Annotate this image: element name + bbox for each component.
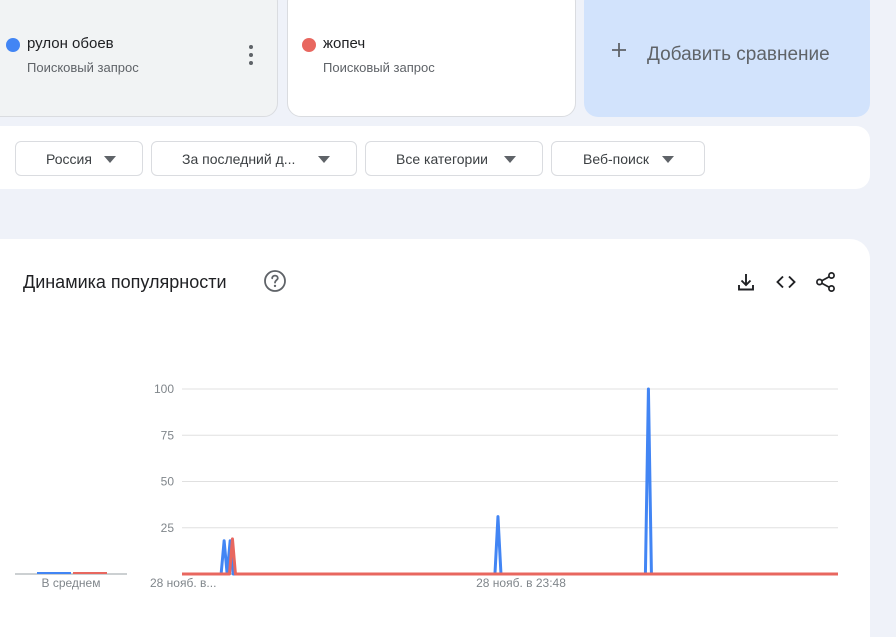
x-tick-label: 28 нояб. в 23:48	[476, 576, 566, 590]
y-tick-label: 25	[161, 521, 175, 535]
average-bar	[73, 572, 107, 574]
series-line	[182, 537, 838, 576]
y-tick-label: 50	[161, 475, 175, 489]
average-bar	[37, 572, 71, 574]
interest-over-time-chart: 25 50 75 100 В среднем 28 нояб. в... 28 нояб. …	[15, 382, 838, 590]
x-tick-label: 28 нояб. в...	[150, 576, 216, 590]
average-label: В среднем	[42, 576, 101, 590]
y-tick-label: 75	[161, 428, 175, 442]
y-tick-label: 100	[154, 382, 174, 396]
